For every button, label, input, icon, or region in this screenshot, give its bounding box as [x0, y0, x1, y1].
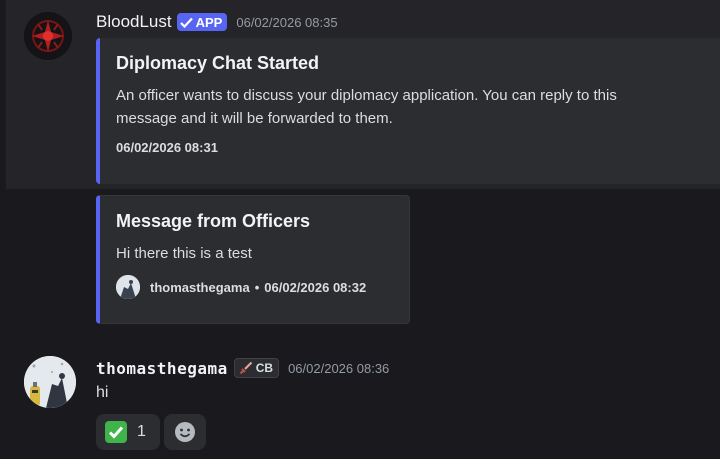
thomasthegama-avatar[interactable] — [24, 356, 76, 408]
embed-description: An officer wants to discuss your diploma… — [116, 84, 704, 130]
reaction-count: 1 — [137, 423, 146, 440]
sword-icon — [239, 361, 253, 375]
app-badge: APP — [176, 13, 228, 31]
message-header: BloodLust APP 06/02/2026 08:35 — [96, 10, 338, 34]
embed-title: Message from Officers — [116, 211, 311, 231]
embed-diplomacy-started: Diplomacy Chat Started An officer wants … — [96, 38, 720, 184]
footer-avatar — [116, 275, 140, 299]
message-timestamp[interactable]: 06/02/2026 08:36 — [288, 361, 389, 376]
embed-description-line: An officer wants to discuss your diploma… — [116, 87, 617, 104]
role-tag[interactable]: CB — [233, 358, 280, 378]
white-check-mark-icon — [105, 421, 127, 443]
checkmark-icon — [179, 17, 193, 28]
embed-footer-timestamp: 06/02/2026 08:31 — [116, 140, 218, 155]
message-content: hi — [96, 384, 109, 401]
embed-description-line: message and it will be forwarded to them… — [116, 110, 393, 127]
embed-footer: 06/02/2026 08:31 — [116, 140, 704, 155]
embed-title: Diplomacy Chat Started — [116, 53, 320, 73]
add-reaction-button[interactable] — [164, 414, 206, 450]
embed-message-from-officers: Message from Officers Hi there this is a… — [96, 195, 410, 324]
reaction-check[interactable]: 1 — [96, 414, 160, 450]
embed-description: Hi there this is a test — [116, 245, 252, 262]
app-badge-label: APP — [195, 14, 223, 30]
username[interactable]: BloodLust — [96, 12, 172, 32]
bloodlust-avatar[interactable] — [24, 12, 72, 60]
user-avatar-icon — [116, 275, 140, 299]
user-avatar-icon — [24, 356, 76, 408]
bloodlust-emblem-icon — [24, 12, 72, 60]
footer-separator: • — [254, 279, 260, 295]
role-tag-label: CB — [255, 361, 274, 375]
embed-footer-author: thomasthegama — [150, 279, 250, 295]
message-header: thomasthegama CB 06/02/2026 08:36 — [96, 356, 389, 380]
embed-footer: thomasthegama • 06/02/2026 08:32 — [116, 275, 393, 299]
username[interactable]: thomasthegama — [96, 359, 228, 378]
message-timestamp[interactable]: 06/02/2026 08:35 — [236, 15, 337, 30]
reactions-bar: 1 — [96, 414, 206, 450]
embed-footer-timestamp: 06/02/2026 08:32 — [264, 279, 367, 295]
add-reaction-icon — [175, 422, 195, 442]
